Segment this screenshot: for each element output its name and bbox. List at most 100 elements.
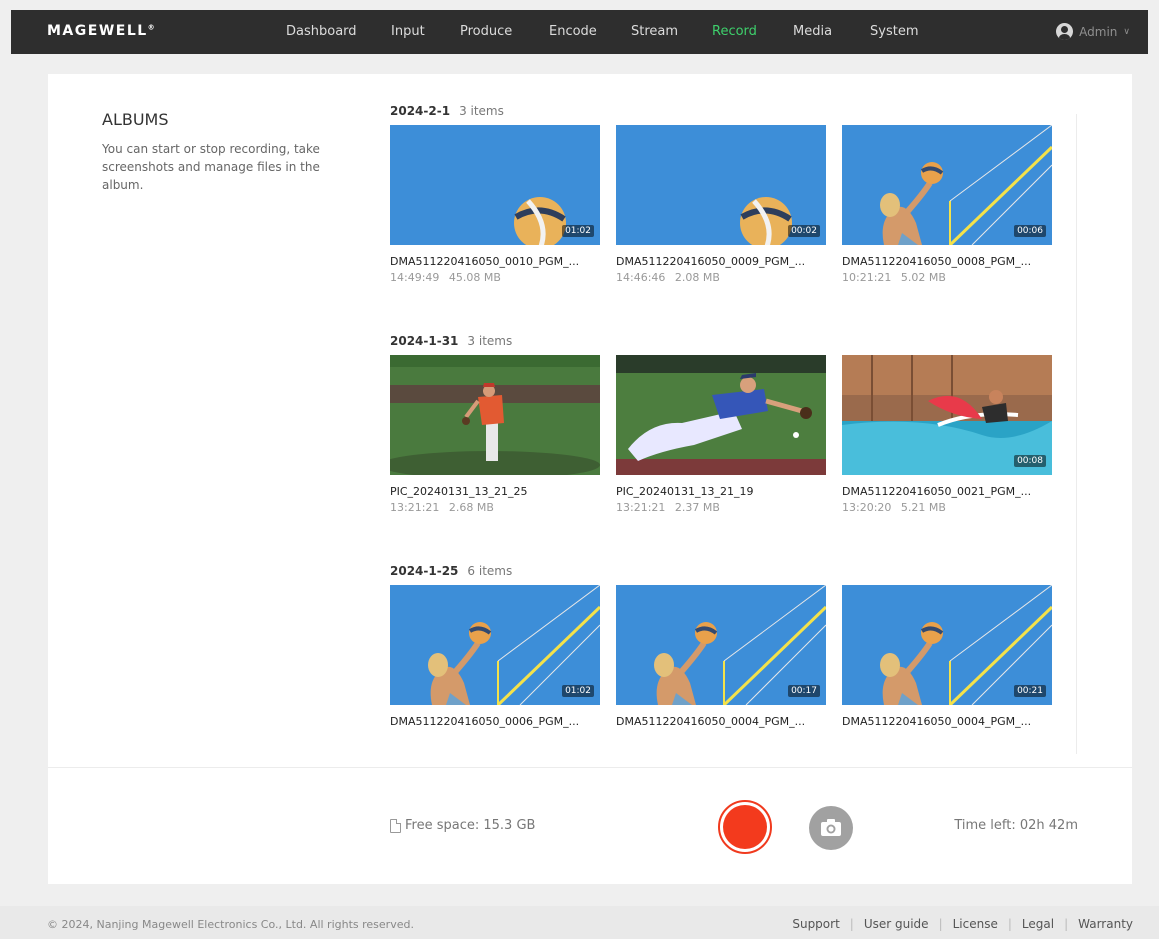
legal-link[interactable]: Legal bbox=[1022, 917, 1054, 931]
file-name: DMA511220416050_0004_PGM_... bbox=[616, 715, 806, 728]
album-item-count: 3 items bbox=[467, 334, 513, 348]
album-group-header: 2024-1-25 6 items bbox=[390, 564, 512, 578]
free-space-indicator: Free space: 15.3 GB bbox=[390, 818, 535, 833]
file-name: DMA511220416050_0021_PGM_... bbox=[842, 485, 1032, 498]
nav-item-media[interactable]: Media bbox=[793, 24, 832, 39]
chevron-down-icon: ∨ bbox=[1123, 26, 1130, 37]
album-list[interactable]: 2024-2-1 3 items 01:02 DMA511220416050_0010… bbox=[390, 104, 1076, 769]
duration-badge: 00:06 bbox=[1014, 225, 1046, 237]
album-date: 2024-2-1 bbox=[390, 104, 451, 118]
camera-icon bbox=[821, 819, 841, 836]
nav-item-input[interactable]: Input bbox=[391, 24, 425, 39]
user-name: Admin bbox=[1079, 24, 1118, 39]
footer: © 2024, Nanjing Magewell Electronics Co.… bbox=[0, 906, 1159, 939]
media-tile[interactable]: 00:06 DMA511220416050_0008_PGM_... 10:21:2… bbox=[842, 125, 1052, 284]
media-thumbnail[interactable] bbox=[616, 355, 826, 475]
duration-badge: 01:02 bbox=[562, 685, 594, 697]
sd-card-icon bbox=[390, 818, 401, 833]
scrollbar-track[interactable] bbox=[1076, 114, 1077, 754]
file-time: 14:46:46 bbox=[616, 271, 666, 284]
file-time: 13:21:21 bbox=[616, 501, 666, 514]
album-group-header: 2024-2-1 3 items bbox=[390, 104, 504, 118]
media-tile[interactable]: 01:02 DMA511220416050_0006_PGM_... bbox=[390, 585, 600, 728]
copyright-text: © 2024, Nanjing Magewell Electronics Co.… bbox=[47, 918, 414, 931]
media-tile[interactable]: 00:02 DMA511220416050_0009_PGM_... 14:46:4… bbox=[616, 125, 826, 284]
file-time: 14:49:49 bbox=[390, 271, 440, 284]
file-name: PIC_20240131_13_21_25 bbox=[390, 485, 528, 498]
avatar-icon bbox=[1056, 23, 1074, 40]
duration-badge: 00:17 bbox=[788, 685, 820, 697]
separator: | bbox=[938, 917, 943, 931]
warranty-link[interactable]: Warranty bbox=[1078, 917, 1133, 931]
album-item-count: 6 items bbox=[467, 564, 513, 578]
file-name: DMA511220416050_0009_PGM_... bbox=[616, 255, 806, 268]
file-size: 5.02 MB bbox=[900, 271, 946, 284]
file-time: 13:20:20 bbox=[842, 501, 892, 514]
file-meta: 13:21:21 2.68 MB bbox=[390, 501, 600, 514]
record-button[interactable] bbox=[718, 800, 772, 854]
file-name: DMA511220416050_0010_PGM_... bbox=[390, 255, 580, 268]
magewell-logo[interactable]: MAGEWELL® bbox=[47, 23, 155, 39]
file-name: DMA511220416050_0008_PGM_... bbox=[842, 255, 1032, 268]
media-thumbnail[interactable]: 00:06 bbox=[842, 125, 1052, 245]
page-description: You can start or stop recording, take sc… bbox=[102, 142, 320, 192]
nav-item-produce[interactable]: Produce bbox=[460, 24, 512, 39]
nav-item-dashboard[interactable]: Dashboard bbox=[286, 24, 357, 39]
media-thumbnail[interactable]: 00:21 bbox=[842, 585, 1052, 705]
album-group-header: 2024-1-31 3 items bbox=[390, 334, 512, 348]
file-size: 45.08 MB bbox=[448, 271, 501, 284]
media-tile[interactable]: 00:08 DMA511220416050_0021_PGM_... 13:20:2… bbox=[842, 355, 1052, 514]
nav-item-system[interactable]: System bbox=[870, 24, 918, 39]
media-tile[interactable]: 00:17 DMA511220416050_0004_PGM_... bbox=[616, 585, 826, 728]
media-thumbnail[interactable]: 00:02 bbox=[616, 125, 826, 245]
nav-item-record[interactable]: Record bbox=[712, 24, 757, 39]
media-tile[interactable]: 01:02 DMA511220416050_0010_PGM_... 14:49:4… bbox=[390, 125, 600, 284]
user-guide-link[interactable]: User guide bbox=[864, 917, 929, 931]
separator: | bbox=[1007, 917, 1012, 931]
file-size: 2.08 MB bbox=[674, 271, 720, 284]
file-meta: 14:49:49 45.08 MB bbox=[390, 271, 600, 284]
media-thumbnail[interactable]: 00:08 bbox=[842, 355, 1052, 475]
duration-badge: 00:08 bbox=[1014, 455, 1046, 467]
media-thumbnail[interactable]: 00:17 bbox=[616, 585, 826, 705]
user-menu[interactable]: Admin ∨ bbox=[1056, 23, 1130, 40]
file-size: 2.37 MB bbox=[674, 501, 720, 514]
divider bbox=[48, 767, 1132, 768]
duration-badge: 01:02 bbox=[562, 225, 594, 237]
media-thumbnail[interactable] bbox=[390, 355, 600, 475]
nav-item-encode[interactable]: Encode bbox=[549, 24, 597, 39]
separator: | bbox=[1064, 917, 1069, 931]
license-link[interactable]: License bbox=[953, 917, 998, 931]
nav-item-stream[interactable]: Stream bbox=[631, 24, 678, 39]
time-left-text: Time left: 02h 42m bbox=[954, 818, 1078, 833]
media-tile[interactable]: PIC_20240131_13_21_25 13:21:21 2.68 MB bbox=[390, 355, 600, 514]
media-thumbnail[interactable]: 01:02 bbox=[390, 125, 600, 245]
media-tile[interactable]: 00:21 DMA511220416050_0004_PGM_... bbox=[842, 585, 1052, 728]
album-date: 2024-1-25 bbox=[390, 564, 459, 578]
file-name: DMA511220416050_0006_PGM_... bbox=[390, 715, 580, 728]
file-name: PIC_20240131_13_21_19 bbox=[616, 485, 754, 498]
album-item-count: 3 items bbox=[459, 104, 504, 118]
file-meta: 14:46:46 2.08 MB bbox=[616, 271, 826, 284]
duration-badge: 00:02 bbox=[788, 225, 820, 237]
album-date: 2024-1-31 bbox=[390, 334, 459, 348]
thumbnail-image bbox=[390, 355, 600, 475]
file-size: 5.21 MB bbox=[900, 501, 946, 514]
file-time: 13:21:21 bbox=[390, 501, 440, 514]
page-title: ALBUMS bbox=[102, 110, 169, 129]
file-time: 10:21:21 bbox=[842, 271, 892, 284]
media-tile[interactable]: PIC_20240131_13_21_19 13:21:21 2.37 MB bbox=[616, 355, 826, 514]
support-link[interactable]: Support bbox=[792, 917, 839, 931]
file-size: 2.68 MB bbox=[448, 501, 494, 514]
top-navigation-bar: MAGEWELL® Dashboard Input Produce Encode… bbox=[11, 10, 1148, 54]
thumbnail-image bbox=[616, 355, 826, 475]
footer-links: Support | User guide | License | Legal |… bbox=[792, 917, 1133, 931]
snapshot-button[interactable] bbox=[809, 806, 853, 850]
separator: | bbox=[849, 917, 854, 931]
file-meta: 13:21:21 2.37 MB bbox=[616, 501, 826, 514]
file-meta: 13:20:20 5.21 MB bbox=[842, 501, 1052, 514]
free-space-text: Free space: 15.3 GB bbox=[405, 818, 536, 833]
media-thumbnail[interactable]: 01:02 bbox=[390, 585, 600, 705]
duration-badge: 00:21 bbox=[1014, 685, 1046, 697]
albums-panel: ALBUMS You can start or stop recording, … bbox=[48, 74, 1132, 884]
